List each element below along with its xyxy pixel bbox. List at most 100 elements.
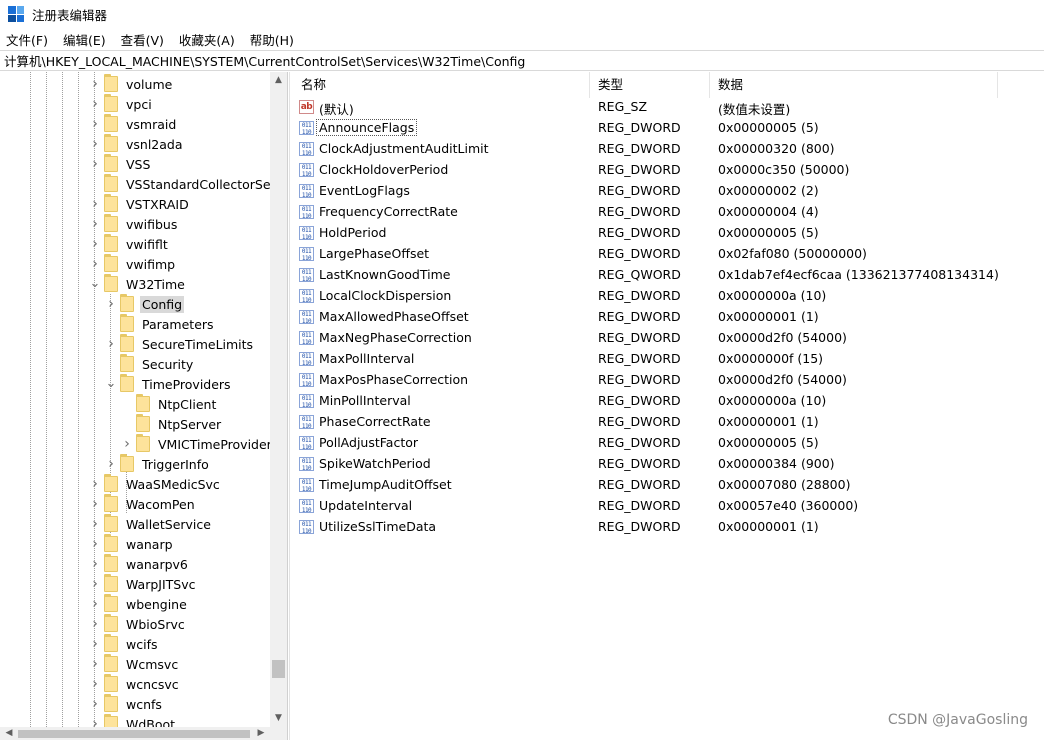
tree-node[interactable]: › wcncsvc xyxy=(88,674,181,694)
value-row[interactable]: 011 110 PollAdjustFactor REG_DWORD 0x0000000… xyxy=(293,433,1044,454)
tree-node[interactable]: › WbioSrvc xyxy=(88,614,187,634)
tree-node[interactable]: › VMICTimeProvider xyxy=(120,434,274,454)
tree-node[interactable]: › wanarp xyxy=(88,534,175,554)
value-row[interactable]: 011 110 AnnounceFlags REG_DWORD 0x00000005 (… xyxy=(293,118,1044,139)
column-header-data[interactable]: 数据 xyxy=(710,72,998,98)
collapse-chevron-icon[interactable]: ⌄ xyxy=(104,377,118,390)
value-row[interactable]: 011 110 ClockAdjustmentAuditLimit REG_DWORD… xyxy=(293,139,1044,160)
tree-node[interactable]: › WacomPen xyxy=(88,494,197,514)
expand-chevron-icon[interactable]: › xyxy=(88,116,102,132)
value-row[interactable]: 011 110 ClockHoldoverPeriod REG_DWORD 0x0000… xyxy=(293,160,1044,181)
expand-chevron-icon[interactable]: › xyxy=(88,536,102,552)
tree-node[interactable]: › vsnl2ada xyxy=(88,134,185,154)
value-row[interactable]: 011 110 UtilizeSslTimeData REG_DWORD 0x00000… xyxy=(293,517,1044,538)
value-row[interactable]: 011 110 LargePhaseOffset REG_DWORD 0x02faf08… xyxy=(293,244,1044,265)
scroll-right-arrow-icon[interactable]: ▶ xyxy=(254,727,268,740)
key-tree-pane[interactable]: › volume › vpci › vsmraid › vsnl2ada › VSS VSStand… xyxy=(0,72,288,740)
value-row[interactable]: 011 110 MaxPollInterval REG_DWORD 0x0000000f… xyxy=(293,349,1044,370)
expand-chevron-icon[interactable]: › xyxy=(88,636,102,652)
value-row[interactable]: 011 110 SpikeWatchPeriod REG_DWORD 0x0000038… xyxy=(293,454,1044,475)
tree-node[interactable]: Security xyxy=(104,354,195,374)
tree-node[interactable]: › Wcmsvc xyxy=(88,654,180,674)
expand-chevron-icon[interactable]: › xyxy=(88,616,102,632)
tree-node[interactable]: › volume xyxy=(88,74,174,94)
tree-node[interactable]: › wanarpv6 xyxy=(88,554,190,574)
menu-help[interactable]: 帮助(H) xyxy=(250,30,294,49)
scroll-up-arrow-icon[interactable]: ▲ xyxy=(270,72,287,89)
expand-chevron-icon[interactable]: › xyxy=(88,656,102,672)
expand-chevron-icon[interactable]: › xyxy=(88,136,102,152)
expand-chevron-icon[interactable]: › xyxy=(88,596,102,612)
expand-chevron-icon[interactable]: › xyxy=(88,196,102,212)
tree-node[interactable]: NtpServer xyxy=(120,414,223,434)
expand-chevron-icon[interactable]: › xyxy=(88,496,102,512)
value-row[interactable]: 011 110 UpdateInterval REG_DWORD 0x00057e40 … xyxy=(293,496,1044,517)
tree-node[interactable]: › vwififlt xyxy=(88,234,170,254)
tree-node[interactable]: › WaaSMedicSvc xyxy=(88,474,222,494)
tree-node[interactable]: ⌄ W32Time xyxy=(88,274,187,294)
value-row[interactable]: 011 110 PhaseCorrectRate REG_DWORD 0x0000000… xyxy=(293,412,1044,433)
tree-node[interactable]: › VSTXRAID xyxy=(88,194,191,214)
value-row[interactable]: 011 110 MinPollInterval REG_DWORD 0x0000000a… xyxy=(293,391,1044,412)
expand-chevron-icon[interactable]: › xyxy=(104,336,118,352)
expand-chevron-icon[interactable]: › xyxy=(104,456,118,472)
column-header-name[interactable]: 名称 xyxy=(293,72,590,98)
tree-node[interactable]: › vpci xyxy=(88,94,154,114)
tree-node[interactable]: › vwifibus xyxy=(88,214,179,234)
tree-horizontal-scrollbar[interactable]: ◀ ▶ xyxy=(0,727,270,740)
tree-node[interactable]: › WalletService xyxy=(88,514,213,534)
tree-node[interactable]: › vsmraid xyxy=(88,114,178,134)
value-row[interactable]: 011 110 LastKnownGoodTime REG_QWORD 0x1dab7e… xyxy=(293,265,1044,286)
value-row[interactable]: 011 110 FrequencyCorrectRate REG_DWORD 0x000… xyxy=(293,202,1044,223)
value-row[interactable]: ab (默认) REG_SZ (数值未设置) xyxy=(293,97,1044,118)
expand-chevron-icon[interactable]: › xyxy=(88,476,102,492)
tree-node[interactable]: NtpClient xyxy=(120,394,218,414)
collapse-chevron-icon[interactable]: ⌄ xyxy=(88,277,102,290)
expand-chevron-icon[interactable]: › xyxy=(104,296,118,312)
value-row[interactable]: 011 110 MaxPosPhaseCorrection REG_DWORD 0x00… xyxy=(293,370,1044,391)
expand-chevron-icon[interactable]: › xyxy=(88,696,102,712)
values-list-pane[interactable]: 名称 类型 数据 ab (默认) REG_SZ (数值未设置) 011 110 Announ… xyxy=(293,72,1044,740)
value-row[interactable]: 011 110 LocalClockDispersion REG_DWORD 0x000… xyxy=(293,286,1044,307)
value-row[interactable]: 011 110 EventLogFlags REG_DWORD 0x00000002 (… xyxy=(293,181,1044,202)
expand-chevron-icon[interactable]: › xyxy=(88,516,102,532)
expand-chevron-icon[interactable]: › xyxy=(88,556,102,572)
value-row[interactable]: 011 110 MaxAllowedPhaseOffset REG_DWORD 0x00… xyxy=(293,307,1044,328)
tree-node[interactable]: › vwifimp xyxy=(88,254,177,274)
expand-chevron-icon[interactable]: › xyxy=(88,236,102,252)
tree-node[interactable]: › wcifs xyxy=(88,634,159,654)
tree-vertical-scrollbar[interactable]: ▲ ▼ xyxy=(270,72,287,727)
scroll-left-arrow-icon[interactable]: ◀ xyxy=(2,727,16,740)
menu-file[interactable]: 文件(F) xyxy=(6,30,48,49)
expand-chevron-icon[interactable]: › xyxy=(88,96,102,112)
scroll-down-arrow-icon[interactable]: ▼ xyxy=(270,710,287,727)
expand-chevron-icon[interactable]: › xyxy=(88,256,102,272)
tree-node[interactable]: › SecureTimeLimits xyxy=(104,334,255,354)
tree-node[interactable]: › wbengine xyxy=(88,594,189,614)
column-header-type[interactable]: 类型 xyxy=(590,72,710,98)
expand-chevron-icon[interactable]: › xyxy=(88,76,102,92)
expand-chevron-icon[interactable]: › xyxy=(88,216,102,232)
tree-node[interactable]: VSStandardCollectorService150 xyxy=(88,174,287,194)
expand-chevron-icon[interactable]: › xyxy=(88,576,102,592)
value-row[interactable]: 011 110 HoldPeriod REG_DWORD 0x00000005 (5) xyxy=(293,223,1044,244)
menu-favorites[interactable]: 收藏夹(A) xyxy=(179,30,235,49)
tree-node[interactable]: › Config xyxy=(104,294,185,314)
address-bar[interactable]: 计算机\HKEY_LOCAL_MACHINE\SYSTEM\CurrentCon… xyxy=(0,50,1044,71)
expand-chevron-icon[interactable]: › xyxy=(88,676,102,692)
value-row[interactable]: 011 110 MaxNegPhaseCorrection REG_DWORD 0x00… xyxy=(293,328,1044,349)
tree-node[interactable]: › VSS xyxy=(88,154,152,174)
expand-chevron-icon[interactable]: › xyxy=(120,436,134,452)
menu-view[interactable]: 查看(V) xyxy=(121,30,164,49)
tree-node[interactable]: › WarpJITSvc xyxy=(88,574,198,594)
tree-node[interactable]: Parameters xyxy=(104,314,216,334)
tree-node[interactable]: › TriggerInfo xyxy=(104,454,211,474)
expand-chevron-icon[interactable]: › xyxy=(88,156,102,172)
tree-scroll-thumb[interactable] xyxy=(272,660,285,678)
value-row[interactable]: 011 110 TimeJumpAuditOffset REG_DWORD 0x0000… xyxy=(293,475,1044,496)
tree-node[interactable]: ⌄ TimeProviders xyxy=(104,374,233,394)
address-path[interactable]: 计算机\HKEY_LOCAL_MACHINE\SYSTEM\CurrentCon… xyxy=(4,51,525,70)
tree-hscroll-thumb[interactable] xyxy=(18,730,250,738)
menu-edit[interactable]: 编辑(E) xyxy=(63,30,106,49)
tree-node[interactable]: › wcnfs xyxy=(88,694,164,714)
